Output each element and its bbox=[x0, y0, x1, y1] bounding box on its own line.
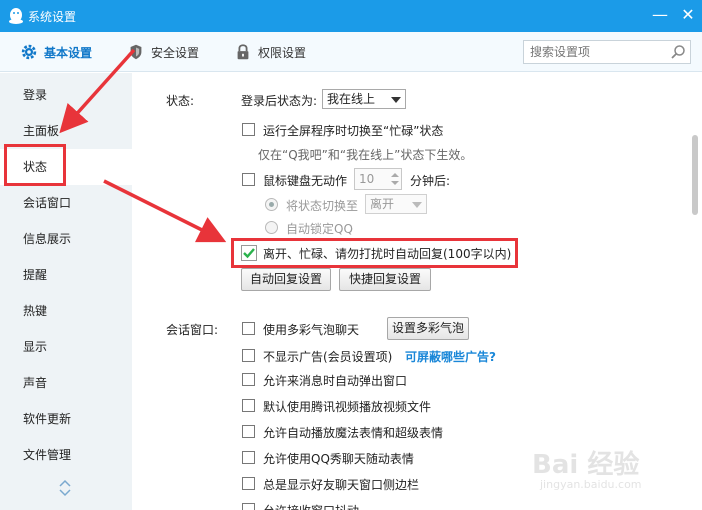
hide-ads-checkbox[interactable] bbox=[242, 349, 255, 362]
watermark-url: jingyan.baidu.com bbox=[540, 478, 642, 491]
sidebar-item-file-management[interactable]: 文件管理 bbox=[0, 437, 132, 473]
watermark-logo-text: Bai 经验 bbox=[532, 450, 640, 480]
tab-security-settings-label: 安全设置 bbox=[151, 45, 200, 60]
magic-emoji-checkbox[interactable] bbox=[242, 425, 255, 438]
content-scrollbar[interactable] bbox=[692, 135, 698, 215]
settings-sidebar: 登录 主面板 状态 会话窗口 信息展示 提醒 热键 显示 声音 软件更新 文件管… bbox=[0, 73, 132, 510]
search-box bbox=[523, 40, 691, 64]
title-bar: 系统设置 — ✕ bbox=[0, 0, 702, 32]
tab-basic-settings[interactable]: 基本设置 bbox=[20, 32, 92, 72]
close-button[interactable]: ✕ bbox=[676, 4, 700, 26]
qq-penguin-icon bbox=[9, 8, 23, 24]
stepper-down-icon[interactable] bbox=[391, 181, 399, 185]
switch-status-radio[interactable] bbox=[265, 198, 278, 211]
dropdown-arrow-icon bbox=[391, 97, 401, 103]
sidebar-item-info-display[interactable]: 信息展示 bbox=[0, 221, 132, 257]
gear-icon bbox=[21, 44, 37, 60]
switch-status-value: 离开 bbox=[370, 197, 395, 211]
annotation-highlight-box bbox=[231, 238, 518, 268]
tab-permission-settings-label: 权限设置 bbox=[258, 45, 307, 60]
idle-checkbox[interactable] bbox=[242, 173, 255, 186]
chevron-up-icon[interactable] bbox=[58, 478, 72, 488]
lock-icon bbox=[237, 44, 249, 60]
sidebar-always-checkbox[interactable] bbox=[242, 477, 255, 490]
fullscreen-busy-checkbox[interactable] bbox=[242, 123, 255, 136]
auto-reply-settings-button[interactable]: 自动回复设置 bbox=[241, 268, 331, 291]
chevron-down-icon[interactable] bbox=[58, 488, 72, 498]
fullscreen-busy-hint: 仅在“Q我吧”和“我在线上”状态下生效。 bbox=[258, 148, 473, 162]
qq-show-emoji-checkbox[interactable] bbox=[242, 451, 255, 464]
search-icon[interactable] bbox=[670, 44, 686, 60]
hide-ads-label: 不显示广告(会员设置项) bbox=[263, 350, 393, 364]
sidebar-always-label: 总是显示好友聊天窗口侧边栏 bbox=[263, 478, 420, 492]
status-section-heading: 状态: bbox=[166, 94, 195, 108]
sidebar-item-sound[interactable]: 声音 bbox=[0, 365, 132, 401]
set-colorful-bubble-button[interactable]: 设置多彩气泡 bbox=[387, 317, 469, 340]
switch-status-label: 将状态切换至 bbox=[286, 199, 359, 213]
qq-show-emoji-label: 允许使用QQ秀聊天随动表情 bbox=[263, 452, 414, 466]
sidebar-item-chat-window[interactable]: 会话窗口 bbox=[0, 185, 132, 221]
auto-lock-radio[interactable] bbox=[265, 221, 278, 234]
sidebar-item-login[interactable]: 登录 bbox=[0, 77, 132, 113]
auto-popup-checkbox[interactable] bbox=[242, 373, 255, 386]
idle-minutes-value: 10 bbox=[359, 172, 375, 186]
tab-basic-settings-label: 基本设置 bbox=[44, 45, 93, 60]
idle-label: 鼠标键盘无动作 bbox=[263, 174, 348, 188]
switch-status-select[interactable]: 离开 bbox=[365, 194, 427, 214]
window-shake-label: 允许接收窗口抖动 bbox=[263, 502, 359, 510]
sidebar-item-hotkeys[interactable]: 热键 bbox=[0, 293, 132, 329]
after-login-status-value: 我在线上 bbox=[327, 92, 376, 106]
sidebar-item-display[interactable]: 显示 bbox=[0, 329, 132, 365]
auto-lock-label: 自动锁定QQ bbox=[286, 222, 353, 236]
window-shake-checkbox[interactable] bbox=[242, 503, 255, 510]
sidebar-scroll-arrows[interactable] bbox=[58, 478, 72, 498]
idle-minutes-suffix: 分钟后: bbox=[410, 174, 451, 188]
dropdown-arrow-icon bbox=[412, 202, 422, 208]
idle-minutes-stepper[interactable]: 10 bbox=[354, 168, 402, 190]
colorful-bubble-label: 使用多彩气泡聊天 bbox=[263, 323, 360, 337]
tencent-video-checkbox[interactable] bbox=[242, 399, 255, 412]
after-login-status-select[interactable]: 我在线上 bbox=[322, 89, 406, 109]
stepper-up-icon[interactable] bbox=[391, 173, 399, 177]
shield-icon bbox=[130, 44, 142, 60]
auto-popup-label: 允许来消息时自动弹出窗口 bbox=[263, 374, 408, 388]
fullscreen-busy-label: 运行全屏程序时切换至“忙碌”状态 bbox=[263, 124, 444, 138]
chat-section-heading: 会话窗口: bbox=[166, 323, 219, 337]
colorful-bubble-checkbox[interactable] bbox=[242, 322, 255, 335]
after-login-status-label: 登录后状态为: bbox=[241, 94, 318, 108]
annotation-highlight-box-sidebar bbox=[4, 144, 66, 186]
quick-reply-settings-button[interactable]: 快捷回复设置 bbox=[339, 268, 431, 291]
window-title: 系统设置 bbox=[28, 10, 77, 24]
magic-emoji-label: 允许自动播放魔法表情和超级表情 bbox=[263, 426, 444, 440]
tab-permission-settings[interactable]: 权限设置 bbox=[234, 32, 306, 72]
tab-security-settings[interactable]: 安全设置 bbox=[127, 32, 199, 72]
sidebar-item-software-update[interactable]: 软件更新 bbox=[0, 401, 132, 437]
tencent-video-label: 默认使用腾讯视频播放视频文件 bbox=[263, 400, 432, 414]
blockable-ads-link[interactable]: 可屏蔽哪些广告? bbox=[405, 348, 496, 365]
settings-toolbar: 基本设置 安全设置 权限设置 bbox=[0, 32, 702, 72]
sidebar-item-reminder[interactable]: 提醒 bbox=[0, 257, 132, 293]
baidu-watermark: Bai 经验 jingyan.baidu.com bbox=[532, 444, 702, 502]
minimize-button[interactable]: — bbox=[648, 4, 672, 26]
search-input[interactable] bbox=[524, 41, 664, 63]
